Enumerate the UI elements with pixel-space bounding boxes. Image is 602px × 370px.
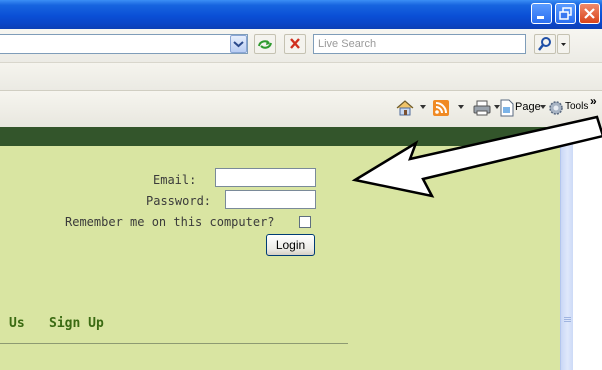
pointer-arrow — [351, 115, 602, 198]
screenshot: Live Search Page » Email: Password: Reme… — [0, 0, 602, 370]
